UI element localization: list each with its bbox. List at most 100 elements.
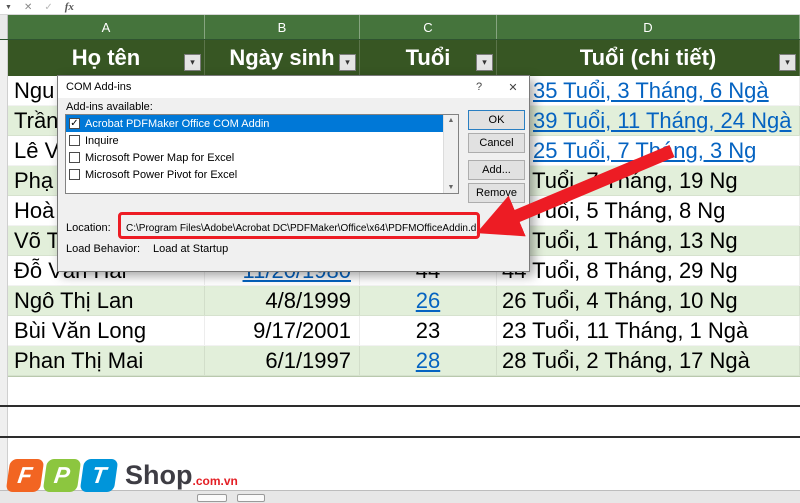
addins-available-label: Add-ins available: — [66, 101, 153, 113]
checkbox-unchecked-icon[interactable] — [69, 135, 80, 146]
cell-age[interactable]: 26 — [360, 286, 497, 315]
help-button[interactable]: ? — [469, 81, 489, 93]
addin-list-item[interactable]: Inquire — [66, 132, 458, 149]
addin-list-item[interactable]: ✓ Acrobat PDFMaker Office COM Addin — [66, 115, 458, 132]
addin-label: Microsoft Power Pivot for Excel — [85, 168, 238, 181]
column-header-c[interactable]: C — [360, 15, 497, 39]
close-button[interactable]: ✕ — [503, 81, 523, 94]
filter-dropdown-button[interactable]: ▾ — [476, 54, 493, 71]
cell-text: 9/17/2001 — [253, 317, 351, 343]
table-row: Bùi Văn Long 9/17/2001 23 23 Tuổi, 11 Tháng… — [8, 316, 800, 346]
cell-text: 23 Tuổi, 11 Tháng, 1 Ngà — [502, 317, 749, 343]
enter-icon[interactable]: ✓ — [44, 2, 52, 13]
cell-border-line — [0, 436, 800, 438]
com-addins-dialog: COM Add-ins ? ✕ Add-ins available: ▲ ▼ ✓… — [57, 75, 530, 272]
table-header-cell[interactable]: Họ tên ▾ — [8, 40, 205, 76]
table-header-label: Họ tên — [71, 45, 141, 70]
cell-detail[interactable]: 25 Tuổi, 7 Tháng, 3 Ng — [497, 136, 800, 165]
fptshop-logo: FPT Shop .com.vn — [5, 454, 238, 492]
addin-list-item[interactable]: Microsoft Power Pivot for Excel — [66, 166, 458, 183]
cell-text: 23 — [415, 317, 441, 343]
name-box-dropdown-icon[interactable]: ▼ — [5, 4, 12, 11]
checkbox-checked-icon[interactable]: ✓ — [69, 118, 80, 129]
logo-shop-text: Shop — [125, 460, 193, 490]
dialog-titlebar-buttons: ? ✕ — [469, 76, 523, 98]
cell-detail[interactable]: 29 Tuổi, 7 Tháng, 19 Ng — [497, 166, 800, 195]
cell-detail[interactable]: 28 Tuổi, 2 Tháng, 17 Ngà — [497, 346, 800, 375]
cell-text: 4/8/1999 — [265, 287, 351, 313]
sheet-nav-stub[interactable] — [197, 494, 227, 502]
cell-detail[interactable]: 23 Tuổi, 11 Tháng, 1 Ngà — [497, 316, 800, 345]
filter-dropdown-button[interactable]: ▾ — [184, 54, 201, 71]
cancel-icon[interactable]: ✕ — [24, 2, 32, 13]
cell-birth[interactable]: 6/1/1997 — [205, 346, 360, 375]
table-header-label: Tuổi — [405, 45, 451, 70]
scroll-up-icon[interactable]: ▲ — [448, 117, 455, 124]
list-scrollbar[interactable]: ▲ ▼ — [443, 115, 458, 193]
load-behavior-value: Load at Startup — [153, 243, 229, 255]
logo-block-f: F — [5, 459, 45, 492]
table-header-label: Ngày sinh — [229, 45, 335, 70]
cell-detail[interactable]: 33 Tuổi, 1 Tháng, 13 Ng — [497, 226, 800, 255]
cell-link-text: 26 — [415, 287, 441, 313]
cell-text: Võ T — [14, 227, 61, 253]
ok-button[interactable]: OK — [468, 110, 525, 130]
cell-link-text: 35 Tuổi, 3 Tháng, 6 Ngà — [533, 77, 769, 103]
logo-block-t: T — [79, 459, 119, 492]
addin-list-item[interactable]: Microsoft Power Map for Excel — [66, 149, 458, 166]
cell-name[interactable]: Bùi Văn Long — [8, 316, 205, 345]
excel-window: ▼ ✕ ✓ fx ABCD Họ tên ▾ Ngày sinh ▾ Tuổi ▾ Tuổi… — [0, 0, 800, 503]
cell-detail[interactable]: 35 Tuổi, 3 Tháng, 6 Ngà — [497, 76, 800, 105]
remove-button[interactable]: Remove — [468, 183, 525, 203]
cell-text: Phan Thị Mai — [14, 347, 144, 373]
cell-text: Ngu — [14, 77, 55, 103]
cell-birth[interactable]: 9/17/2001 — [205, 316, 360, 345]
logo-block-p: P — [42, 459, 82, 492]
table-header-cell[interactable]: Tuổi (chi tiết) ▾ — [497, 40, 800, 76]
cell-name[interactable]: Phan Thị Mai — [8, 346, 205, 375]
cell-birth[interactable]: 4/8/1999 — [205, 286, 360, 315]
addin-label: Inquire — [85, 134, 119, 147]
column-header-a[interactable]: A — [8, 15, 205, 39]
cell-link-text: 28 — [415, 347, 441, 373]
filter-dropdown-button[interactable]: ▾ — [339, 54, 356, 71]
filter-dropdown-button[interactable]: ▾ — [779, 54, 796, 71]
checkbox-unchecked-icon[interactable] — [69, 169, 80, 180]
addin-label: Microsoft Power Map for Excel — [85, 151, 235, 164]
add-button[interactable]: Add... — [468, 160, 525, 180]
cell-text: 33 Tuổi, 1 Tháng, 13 Ng — [502, 227, 738, 253]
sheet-nav-stub[interactable] — [237, 494, 265, 502]
cell-text: 28 Tuổi, 2 Tháng, 17 Ngà — [502, 347, 750, 373]
cell-text: 29 Tuổi, 7 Tháng, 19 Ng — [502, 167, 738, 193]
dialog-titlebar[interactable]: COM Add-ins ? ✕ — [58, 76, 529, 98]
cell-text: Trần — [14, 107, 59, 133]
table-header-cell[interactable]: Tuổi ▾ — [360, 40, 497, 76]
cell-text: Bùi Văn Long — [14, 317, 147, 343]
cell-detail[interactable]: 37 Tuổi, 5 Tháng, 8 Ng — [497, 196, 800, 225]
table-header-cell[interactable]: Ngày sinh ▾ — [205, 40, 360, 76]
logo-suffix-text: .com.vn — [192, 474, 238, 488]
cell-text: 6/1/1997 — [265, 347, 351, 373]
scroll-down-icon[interactable]: ▼ — [448, 184, 455, 191]
column-header-d[interactable]: D — [497, 15, 800, 39]
annotation-box — [118, 212, 480, 239]
column-header-b[interactable]: B — [205, 15, 360, 39]
checkbox-unchecked-icon[interactable] — [69, 152, 80, 163]
cell-age[interactable]: 28 — [360, 346, 497, 375]
column-header-row: ABCD — [0, 15, 800, 40]
cancel-button[interactable]: Cancel — [468, 133, 525, 153]
cell-text: Lê V — [14, 137, 60, 163]
cell-detail[interactable]: 44 Tuổi, 8 Tháng, 29 Ng — [497, 256, 800, 285]
cell-detail[interactable]: 39 Tuổi, 11 Tháng, 24 Ngà — [497, 106, 800, 135]
addins-list: ▲ ▼ ✓ Acrobat PDFMaker Office COM Addin In… — [65, 114, 459, 194]
cell-text: 26 Tuổi, 4 Tháng, 10 Ng — [502, 287, 738, 313]
formula-bar: ▼ ✕ ✓ fx — [0, 0, 800, 15]
cell-text: Hoà — [14, 197, 55, 223]
cell-text: Phạ — [14, 167, 54, 193]
cell-age[interactable]: 23 — [360, 316, 497, 345]
cell-detail[interactable]: 26 Tuổi, 4 Tháng, 10 Ng — [497, 286, 800, 315]
table-row: Ngô Thị Lan 4/8/1999 26 26 Tuổi, 4 Tháng, 1… — [8, 286, 800, 316]
cell-name[interactable]: Ngô Thị Lan — [8, 286, 205, 315]
table-header-label: Tuổi (chi tiết) — [579, 45, 717, 70]
insert-function-icon[interactable]: fx — [65, 1, 74, 13]
